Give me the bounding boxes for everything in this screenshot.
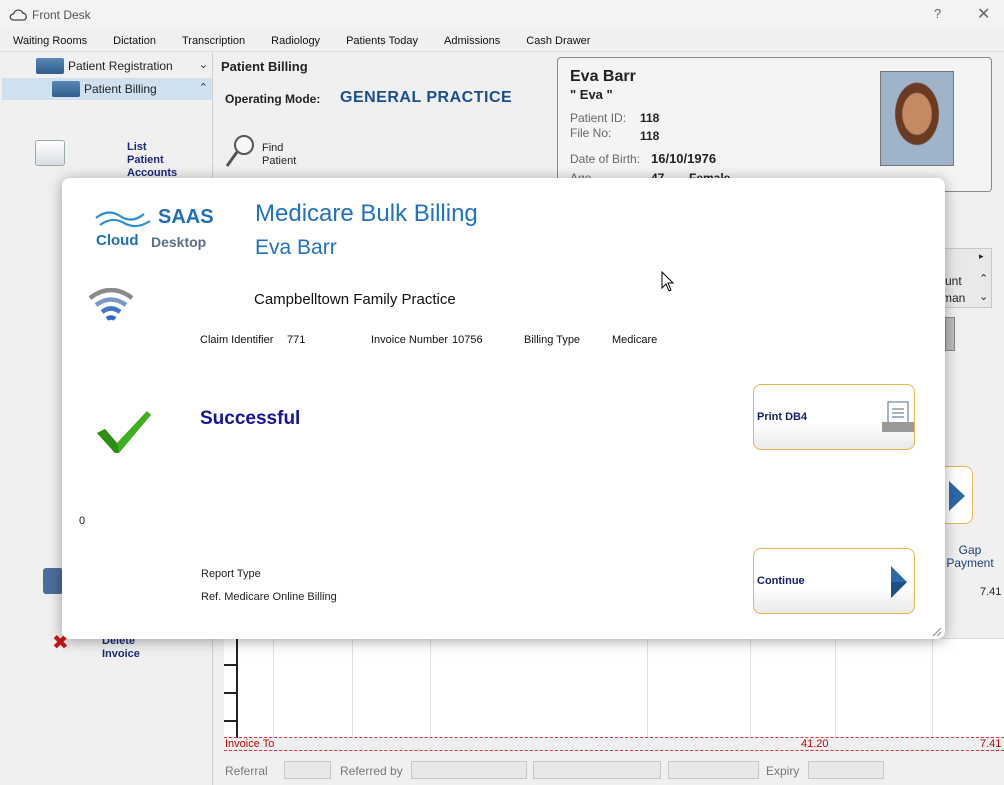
- invoice-number-label: Invoice Number: [371, 334, 449, 346]
- billing-type-label: Billing Type: [524, 334, 581, 346]
- referral-field[interactable]: [284, 761, 331, 779]
- chevron-down-icon[interactable]: ⌄: [199, 58, 208, 71]
- referred-by-field-2[interactable]: [533, 761, 661, 779]
- arrow-right-icon: [949, 481, 965, 511]
- resize-grip-icon[interactable]: [931, 626, 941, 636]
- dob-label: Date of Birth:: [570, 152, 641, 166]
- row-selector[interactable]: [224, 638, 238, 738]
- find-patient-button[interactable]: Find Patient: [262, 142, 296, 168]
- logo-cloud: Cloud: [96, 232, 139, 249]
- chevron-right-icon[interactable]: ▸: [979, 251, 984, 262]
- sidebar-item-label: Patient Registration: [68, 59, 173, 73]
- menu-transcription[interactable]: Transcription: [169, 35, 258, 47]
- close-button[interactable]: ✕: [977, 4, 990, 24]
- mouse-cursor-icon: [661, 271, 675, 292]
- print-db4-button[interactable]: Print DB4: [753, 384, 915, 450]
- checkmark-icon: [97, 411, 151, 453]
- gap-payment-value: 7.41: [980, 586, 1002, 598]
- logo-desktop: Desktop: [151, 234, 207, 250]
- chevron-down-icon[interactable]: ⌄: [979, 290, 988, 303]
- gap-payment-header: Gap Payment: [946, 543, 994, 570]
- list-patient-accounts-link[interactable]: List Patient Accounts: [127, 141, 177, 180]
- magnifier-icon[interactable]: [224, 133, 258, 169]
- expiry-field[interactable]: [808, 761, 884, 779]
- sidebar-item-patient-billing[interactable]: Patient Billing ⌃: [2, 78, 212, 100]
- dialog-patient-name: Eva Barr: [255, 236, 337, 259]
- operating-mode-label: Operating Mode:: [225, 92, 321, 106]
- referred-by-label: Referred by: [340, 764, 403, 778]
- dob-value: 16/10/1976: [651, 151, 717, 166]
- patient-id-value: 118: [640, 111, 660, 125]
- referral-label: Referral: [225, 764, 268, 778]
- report-reference: Ref. Medicare Online Billing: [201, 591, 337, 603]
- count-value: 0: [79, 515, 86, 527]
- arrow-right-icon: [891, 566, 907, 598]
- page-title: Patient Billing: [221, 59, 308, 74]
- printer-document-icon: [882, 401, 914, 432]
- patient-id-label: Patient ID:: [570, 111, 627, 125]
- chevron-up-icon[interactable]: ⌃: [199, 81, 208, 94]
- column-value-partial: man: [942, 291, 966, 305]
- billing-icon: [52, 81, 80, 97]
- claim-identifier-value: 771: [287, 334, 306, 346]
- registration-icon: [36, 58, 64, 74]
- status-text: Successful: [200, 408, 301, 429]
- menu-admissions[interactable]: Admissions: [431, 35, 513, 47]
- menu-list-icon: [43, 568, 63, 594]
- patient-nickname: " Eva ": [570, 87, 613, 102]
- file-no-value: 118: [640, 129, 660, 143]
- expiry-label: Expiry: [766, 764, 800, 778]
- menu-waiting-rooms[interactable]: Waiting Rooms: [0, 35, 100, 47]
- dialog-title: Medicare Bulk Billing: [255, 200, 478, 227]
- menu-patients-today[interactable]: Patients Today: [333, 35, 431, 47]
- dropdown-handle[interactable]: [945, 317, 955, 351]
- sidebar-item-patient-registration[interactable]: Patient Registration ⌄: [2, 55, 212, 77]
- title-bar: Front Desk ? ✕: [0, 0, 1004, 30]
- sidebar-item-label: Patient Billing: [84, 82, 157, 96]
- file-no-label: File No:: [570, 126, 612, 140]
- background-button-fragment[interactable]: [945, 466, 973, 524]
- operating-mode-value: GENERAL PRACTICE: [340, 89, 513, 106]
- column-header-partial: unt: [945, 274, 962, 288]
- patient-photo: [880, 71, 954, 166]
- patient-name: Eva Barr: [570, 68, 636, 85]
- practice-name: Campbelltown Family Practice: [254, 291, 456, 308]
- invoice-total-row: Invoice To 41.20 7.41: [224, 737, 1004, 751]
- referred-by-field[interactable]: [411, 761, 527, 779]
- claim-identifier-label: Claim Identifier: [200, 334, 274, 346]
- accounts-list-icon: [35, 140, 65, 166]
- billing-type-value: Medicare: [612, 334, 658, 346]
- menu-bar: Waiting Rooms Dictation Transcription Ra…: [0, 30, 1004, 52]
- continue-button[interactable]: Continue: [753, 548, 915, 614]
- continue-label: Continue: [757, 575, 805, 587]
- menu-cash-drawer[interactable]: Cash Drawer: [513, 35, 603, 47]
- chevron-up-icon[interactable]: ⌃: [979, 272, 988, 285]
- window-title: Front Desk: [32, 8, 91, 22]
- menu-radiology[interactable]: Radiology: [258, 35, 333, 47]
- print-db4-label: Print DB4: [757, 411, 808, 423]
- logo-saas: SAAS: [158, 206, 214, 228]
- report-type-label: Report Type: [201, 568, 261, 580]
- cloud-icon: [9, 9, 27, 21]
- invoice-number-value: 10756: [452, 334, 483, 346]
- menu-dictation[interactable]: Dictation: [100, 35, 169, 47]
- help-button[interactable]: ?: [934, 6, 941, 21]
- medicare-bulk-billing-dialog: SAAS Cloud Desktop Medicare Bulk Billing…: [62, 178, 945, 639]
- wifi-icon: [88, 288, 134, 321]
- invoice-grid: [224, 638, 1004, 738]
- referral-extra-field[interactable]: [668, 761, 759, 779]
